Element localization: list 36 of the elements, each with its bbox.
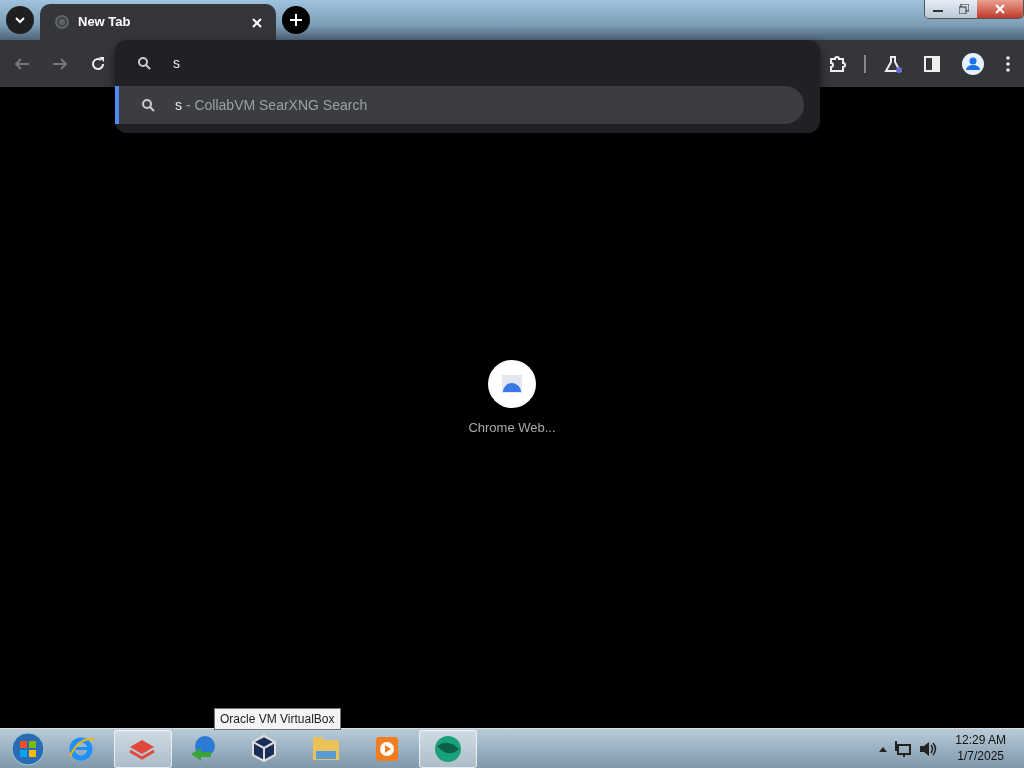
speaker-icon[interactable] (919, 740, 938, 757)
shortcut-tile[interactable] (488, 359, 536, 408)
side-panel-icon (924, 55, 940, 72)
suggestion-text: s - CollabVM SearXNG Search (175, 95, 368, 115)
chevron-down-icon (14, 16, 26, 24)
arrow-right-icon (52, 56, 68, 71)
clock-time: 12:29 AM (955, 732, 1006, 749)
arrow-left-icon (14, 56, 30, 71)
search-icon (141, 98, 155, 112)
tooltip: Oracle VM VirtualBox (214, 708, 341, 730)
restore-button[interactable] (951, 0, 977, 18)
close-window-button[interactable] (977, 0, 1023, 18)
new-tab-button[interactable] (282, 6, 310, 34)
store-icon (502, 374, 522, 393)
tab-title: New Tab (78, 13, 131, 32)
orb-icon (433, 733, 463, 764)
taskbar-app-button[interactable] (419, 729, 477, 768)
minimize-button[interactable] (925, 0, 951, 18)
flask-icon (884, 54, 902, 73)
browser-tab[interactable]: New Tab (40, 4, 276, 40)
windows-orb-icon (11, 731, 45, 766)
clock-date: 1/7/2025 (957, 748, 1004, 765)
close-icon (995, 4, 1005, 14)
restore-icon (959, 4, 969, 14)
chevron-up-icon[interactable] (879, 745, 888, 752)
clock[interactable]: 12:29 AM 1/7/2025 (955, 732, 1006, 765)
suggestion-item[interactable]: s - CollabVM SearXNG Search (115, 86, 804, 124)
reload-icon (90, 55, 106, 72)
network-icon[interactable] (895, 740, 912, 757)
shortcut-label: Chrome Web... (468, 418, 556, 437)
avatar-icon (962, 52, 984, 75)
plus-icon (290, 14, 302, 26)
kebab-menu-icon (1006, 55, 1010, 72)
search-icon (137, 56, 151, 70)
tab-search-button[interactable] (6, 6, 34, 34)
puzzle-icon (828, 54, 846, 73)
